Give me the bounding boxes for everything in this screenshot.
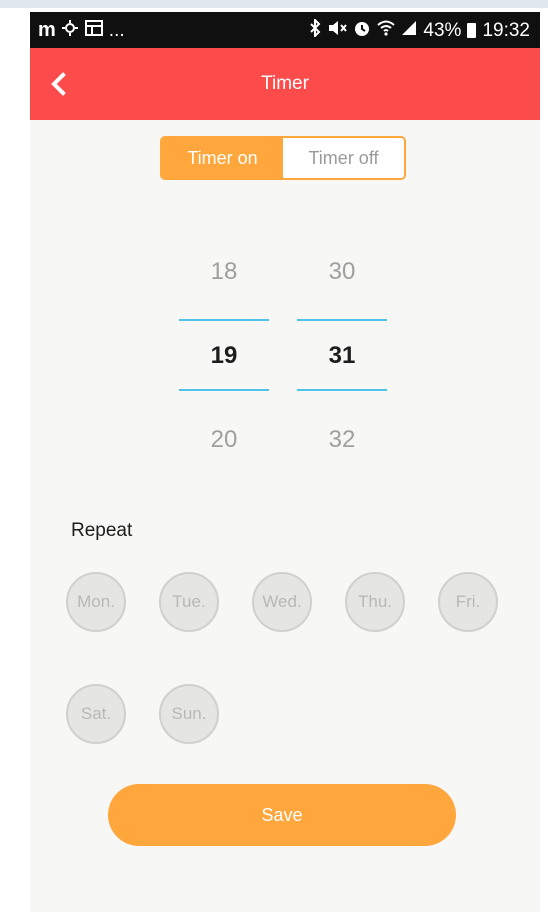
day-tue-button[interactable]: Tue. <box>159 572 219 632</box>
minute-divider-top <box>297 319 387 321</box>
hour-divider-top <box>179 319 269 321</box>
status-bar-right: 43% 19:32 <box>309 17 530 42</box>
timer-toggle: Timer on Timer off <box>160 136 406 180</box>
repeat-label: Repeat <box>71 520 133 541</box>
day-thu-button[interactable]: Thu. <box>345 572 405 632</box>
save-button[interactable]: Save <box>108 784 456 846</box>
alarm-icon <box>353 19 371 42</box>
window-top-strip <box>0 0 548 8</box>
gallery-icon <box>84 20 103 41</box>
status-time: 19:32 <box>482 19 530 41</box>
phone-screen: m ... 43% 19:32 Timer Timer on Timer off… <box>30 12 540 912</box>
signal-icon <box>401 20 417 41</box>
minute-prev[interactable]: 30 <box>297 258 387 286</box>
battery-percent: 43% <box>423 19 462 41</box>
day-mon-button[interactable]: Mon. <box>66 572 126 632</box>
status-more: ... <box>108 19 125 41</box>
mute-icon <box>327 19 348 42</box>
mzone-icon: m <box>38 19 56 41</box>
settings-icon <box>61 19 79 42</box>
hour-prev[interactable]: 18 <box>179 258 269 286</box>
hour-next[interactable]: 20 <box>179 426 269 454</box>
day-sun-button[interactable]: Sun. <box>159 684 219 744</box>
page-title: Timer <box>261 73 309 94</box>
day-fri-button[interactable]: Fri. <box>438 572 498 632</box>
minute-picker[interactable]: 30 31 32 <box>297 242 387 482</box>
hour-picker[interactable]: 18 19 20 <box>179 242 269 482</box>
status-bar-left: m ... <box>38 19 125 42</box>
day-sat-button[interactable]: Sat. <box>66 684 126 744</box>
bluetooth-icon <box>309 17 321 42</box>
minute-divider-bottom <box>297 389 387 391</box>
app-header: Timer <box>30 48 540 120</box>
hour-divider-bottom <box>179 389 269 391</box>
status-bar: m ... 43% 19:32 <box>30 12 540 48</box>
minute-next[interactable]: 32 <box>297 426 387 454</box>
minute-selected[interactable]: 31 <box>297 342 387 370</box>
timer-off-tab[interactable]: Timer off <box>283 138 404 178</box>
wifi-icon <box>377 19 396 42</box>
battery-icon <box>467 23 477 38</box>
timer-on-tab[interactable]: Timer on <box>162 138 283 178</box>
day-wed-button[interactable]: Wed. <box>252 572 312 632</box>
hour-selected[interactable]: 19 <box>179 342 269 370</box>
